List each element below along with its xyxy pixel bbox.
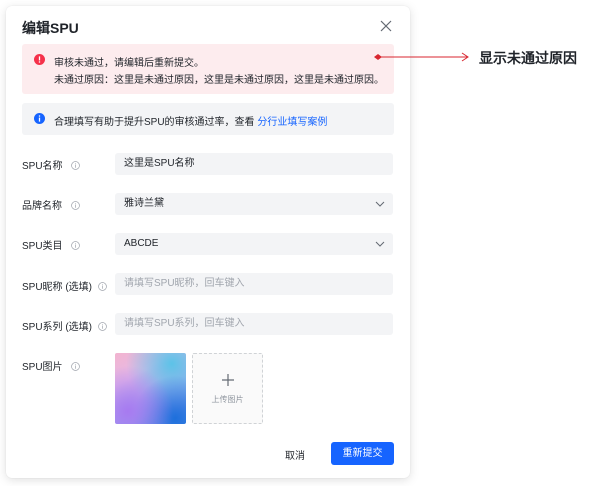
chevron-down-icon — [375, 241, 385, 247]
series-label: SPU系列 (选填) — [22, 318, 107, 333]
spu-name-label: SPU名称 — [22, 157, 81, 172]
tip-alert: 合理填写有助于提升SPU的审核通过率，查看 分行业填写案例 — [22, 103, 394, 135]
upload-image-button[interactable]: 上传图片 — [192, 353, 263, 424]
info-icon[interactable] — [70, 201, 80, 210]
close-icon[interactable] — [377, 17, 395, 35]
info-icon[interactable] — [97, 322, 107, 331]
rejection-status-text: 审核未通过，请编辑后重新提交。 — [54, 58, 204, 69]
category-label-text: SPU类目 — [22, 241, 63, 252]
tip-text: 合理填写有助于提升SPU的审核通过率，查看 分行业填写案例 — [54, 113, 327, 128]
industry-example-link[interactable]: 分行业填写案例 — [257, 117, 327, 128]
spu-name-label-text: SPU名称 — [22, 161, 63, 172]
series-label-text: SPU系列 (选填) — [22, 322, 92, 333]
chevron-down-icon — [375, 201, 385, 207]
brand-label-text: 品牌名称 — [22, 201, 62, 212]
info-icon[interactable] — [71, 362, 81, 371]
brand-label: 品牌名称 — [22, 197, 80, 212]
nickname-input[interactable]: 请填写SPU昵称，回车键入 — [115, 273, 393, 295]
spu-name-input[interactable]: 这里是SPU名称 — [115, 153, 393, 175]
category-value: ABCDE — [124, 238, 159, 249]
spu-name-value: 这里是SPU名称 — [124, 158, 195, 169]
info-icon[interactable] — [71, 241, 81, 250]
info-circle-icon — [34, 113, 45, 124]
tip-message: 合理填写有助于提升SPU的审核通过率，查看 — [54, 117, 255, 128]
series-placeholder: 请填写SPU系列，回车键入 — [124, 318, 245, 329]
images-label: SPU图片 — [22, 358, 81, 373]
category-select[interactable]: ABCDE — [115, 233, 393, 255]
nickname-placeholder: 请填写SPU昵称，回车键入 — [124, 278, 245, 289]
info-icon[interactable] — [71, 161, 81, 170]
category-label: SPU类目 — [22, 237, 81, 252]
error-circle-icon — [34, 54, 45, 65]
dialog-title: 编辑SPU — [22, 20, 79, 36]
images-label-text: SPU图片 — [22, 362, 63, 373]
brand-select[interactable]: 雅诗兰黛 — [115, 193, 393, 215]
spu-image-thumbnail[interactable] — [115, 353, 186, 424]
cancel-button[interactable]: 取消 — [285, 447, 305, 462]
plus-icon — [222, 374, 234, 386]
rejection-alert: 审核未通过，请编辑后重新提交。 未通过原因：这里是未通过原因，这里是未通过原因，… — [22, 44, 394, 94]
nickname-label: SPU昵称 (选填) — [22, 278, 107, 293]
annotation-label: 显示未通过原因 — [479, 50, 577, 66]
info-icon[interactable] — [97, 282, 107, 291]
edit-spu-dialog: 编辑SPU 审核未通过，请编辑后重新提交。 未通过原因：这里是未通过原因，这里是… — [6, 6, 410, 478]
nickname-label-text: SPU昵称 (选填) — [22, 282, 92, 293]
series-input[interactable]: 请填写SPU系列，回车键入 — [115, 313, 393, 335]
rejection-reason-text: 未通过原因：这里是未通过原因，这里是未通过原因，这里是未通过原因。 — [54, 75, 384, 86]
resubmit-button[interactable]: 重新提交 — [331, 442, 394, 465]
brand-value: 雅诗兰黛 — [124, 198, 164, 209]
upload-image-label: 上传图片 — [211, 395, 244, 404]
annotation-arrow — [374, 52, 469, 62]
